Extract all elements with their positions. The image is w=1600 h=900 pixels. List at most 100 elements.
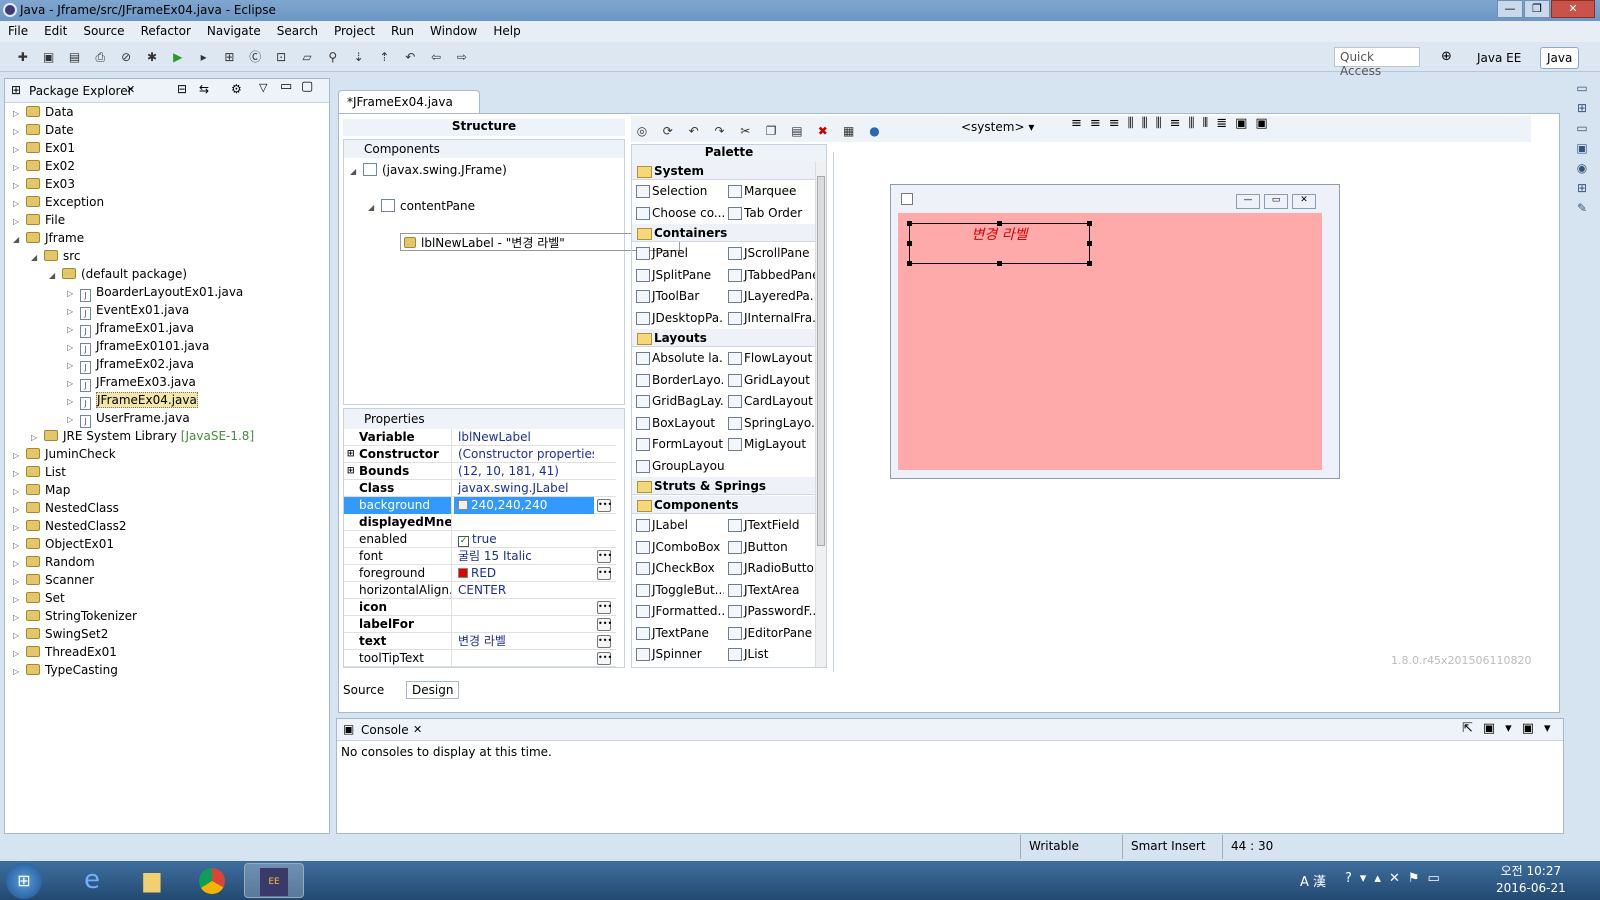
tree-item-userframe-java[interactable]: ▷ J UserFrame.java	[13, 409, 329, 428]
palette-category-struts-springs[interactable]: Struts & Springs	[632, 477, 815, 495]
property-value[interactable]: CENTER	[454, 582, 594, 599]
menu-window[interactable]: Window	[422, 21, 485, 38]
menu-help[interactable]: Help	[485, 21, 528, 38]
palette-item-grouplayout[interactable]: GroupLayout	[632, 456, 724, 476]
property-value[interactable]	[454, 650, 594, 667]
content-pane[interactable]: 변경 라벨	[898, 213, 1322, 470]
alignment-icons[interactable]: ≡≡≡⫼⫼⫼≡⫼⦀≣▣▣	[1071, 116, 1276, 131]
property-row-verticalalignment[interactable]: verticalAlignmentTOP	[344, 667, 616, 668]
close-button[interactable]: ✕	[1551, 0, 1595, 18]
new-java-class-icon[interactable]: Ⓒ	[246, 48, 264, 66]
property-value[interactable]: TOP	[454, 667, 594, 668]
palette-item-tab-order[interactable]: Tab Order	[724, 203, 816, 223]
property-row-displayedmne-[interactable]: displayedMne...	[344, 514, 616, 531]
jframe-close-icon[interactable]: ✕	[1292, 194, 1316, 209]
tree-item-threadex01[interactable]: ▷ ThreadEx01	[13, 643, 329, 661]
property-row-icon[interactable]: icon •••	[344, 599, 616, 616]
edit-property-button[interactable]: •••	[597, 567, 612, 580]
perspective-javaee[interactable]: Java EE	[1470, 47, 1528, 69]
menu-refactor[interactable]: Refactor	[133, 21, 199, 38]
external-tools-icon[interactable]: ▸	[195, 48, 213, 66]
close-view-icon[interactable]: ✕	[126, 83, 135, 96]
edit-property-button[interactable]: •••	[597, 635, 612, 648]
menu-navigate[interactable]: Navigate	[199, 21, 269, 38]
palette-item-selection[interactable]: Selection	[632, 181, 724, 201]
palette-item-jtextarea[interactable]: JTextArea	[724, 580, 816, 600]
property-row-horizontalalign-[interactable]: horizontalAlign... CENTER	[344, 582, 616, 599]
maximize-view-icon[interactable]: ▢	[301, 79, 313, 94]
look-and-feel-combo[interactable]: <system> ▾	[961, 120, 1057, 138]
property-row-constructor[interactable]: ⊞ Constructor (Constructor properties)	[344, 446, 616, 463]
property-value[interactable]	[454, 514, 594, 531]
last-edit-icon[interactable]: ↶	[401, 48, 419, 66]
menu-file[interactable]: File	[0, 21, 36, 38]
property-value[interactable]	[454, 616, 594, 633]
close-console-icon[interactable]: ✕	[413, 723, 422, 736]
palette-item-jtogglebut-[interactable]: JToggleBut...	[632, 580, 724, 600]
open-perspective-icon[interactable]: ⊕	[1441, 49, 1459, 67]
jlabel-component[interactable]: 변경 라벨	[907, 221, 1092, 266]
palette-item-boxlayout[interactable]: BoxLayout	[632, 413, 724, 433]
palette-category-containers[interactable]: Containers	[632, 224, 815, 242]
menu-source[interactable]: Source	[75, 21, 132, 38]
tree-item-jumincheck[interactable]: ▷ JuminCheck	[13, 445, 329, 463]
property-row-font[interactable]: font 굴림 15 Italic •••	[344, 548, 616, 565]
palette-item-jlayeredpa-[interactable]: JLayeredPa...	[724, 286, 816, 306]
tree-item-random[interactable]: ▷ Random	[13, 553, 329, 571]
palette-category-components[interactable]: Components	[632, 496, 815, 514]
palette-item-jlabel[interactable]: JLabel	[632, 515, 724, 535]
palette-item-jtextfield[interactable]: JTextField	[724, 515, 816, 535]
chrome-icon[interactable]	[182, 863, 242, 898]
console-toolbar-icons[interactable]: ⇱▣▾▣▾	[1462, 721, 1561, 736]
tree-item-exception[interactable]: ▷ Exception	[13, 193, 329, 211]
tree-item-jframe[interactable]: ◢ Jframe	[13, 229, 329, 247]
palette-scroll-thumb[interactable]	[817, 176, 825, 546]
skip-breakpoints-icon[interactable]: ⊘	[117, 48, 135, 66]
file-explorer-icon[interactable]: ▆	[122, 863, 182, 898]
delete-icon[interactable]: ✖	[814, 122, 832, 140]
palette-item-springlayo-[interactable]: SpringLayo...	[724, 413, 816, 433]
tree-item-swingset2[interactable]: ▷ SwingSet2	[13, 625, 329, 643]
source-tab[interactable]: Source	[338, 682, 389, 698]
palette-item-jformatted-[interactable]: JFormatted...	[632, 601, 724, 621]
tree-item-file[interactable]: ▷ File	[13, 211, 329, 229]
palette-scrollbar[interactable]	[815, 162, 826, 667]
tree-item-map[interactable]: ▷ Map	[13, 481, 329, 499]
annotation-next-icon[interactable]: ⇣	[350, 48, 368, 66]
minimize-button[interactable]: —	[1497, 0, 1523, 18]
cut-icon[interactable]: ✂	[736, 122, 754, 140]
menu-search[interactable]: Search	[269, 21, 326, 38]
tree-item-eventex01-java[interactable]: ▷ J EventEx01.java	[13, 301, 329, 320]
palette-item-gridlayout[interactable]: GridLayout	[724, 370, 816, 390]
undo-icon[interactable]: ↶	[685, 122, 703, 140]
redo-icon[interactable]: ↷	[710, 122, 728, 140]
forward-icon[interactable]: ⇨	[453, 48, 471, 66]
tree-item-ex03[interactable]: ▷ Ex03	[13, 175, 329, 193]
palette-item-jbutton[interactable]: JButton	[724, 537, 816, 557]
collapse-all-icon[interactable]: ⊟	[177, 82, 187, 96]
palette-item-jtabbedpane[interactable]: JTabbedPane	[724, 265, 816, 285]
palette-category-system[interactable]: System	[632, 162, 815, 180]
filter-icon[interactable]: ⚙	[231, 82, 242, 96]
tray-icons[interactable]: ?▾▴✕⚑▭	[1345, 871, 1448, 886]
tree-item-scanner[interactable]: ▷ Scanner	[13, 571, 329, 589]
property-row-background[interactable]: background 240,240,240 •••	[344, 497, 616, 514]
palette-item-flowlayout[interactable]: FlowLayout	[724, 348, 816, 368]
tree-item-nestedclass2[interactable]: ▷ NestedClass2	[13, 517, 329, 535]
checkbox-icon[interactable]: ✓	[458, 536, 469, 547]
property-value[interactable]: 변경 라벨	[454, 633, 594, 650]
property-row-text[interactable]: text 변경 라벨 •••	[344, 633, 616, 650]
tree-item-stringtokenizer[interactable]: ▷ StringTokenizer	[13, 607, 329, 625]
search-icon[interactable]: ⚲	[324, 48, 342, 66]
edit-property-button[interactable]: •••	[597, 499, 612, 512]
expand-property-icon[interactable]: ⊞	[347, 446, 355, 463]
perspective-java[interactable]: Java	[1540, 47, 1580, 69]
palette-item-jspinner[interactable]: JSpinner	[632, 644, 724, 664]
palette-item-jlist[interactable]: JList	[724, 644, 816, 664]
property-row-class[interactable]: Class javax.swing.JLabel	[344, 480, 616, 497]
tree-item-jframeex01-java[interactable]: ▷ J JframeEx01.java	[13, 319, 329, 338]
save-all-icon[interactable]: ▤	[65, 48, 83, 66]
palette-item-jtoolbar[interactable]: JToolBar	[632, 286, 724, 306]
palette-item-jpanel[interactable]: JPanel	[632, 243, 724, 263]
palette-item-jradiobutton[interactable]: JRadioButton	[724, 558, 816, 578]
